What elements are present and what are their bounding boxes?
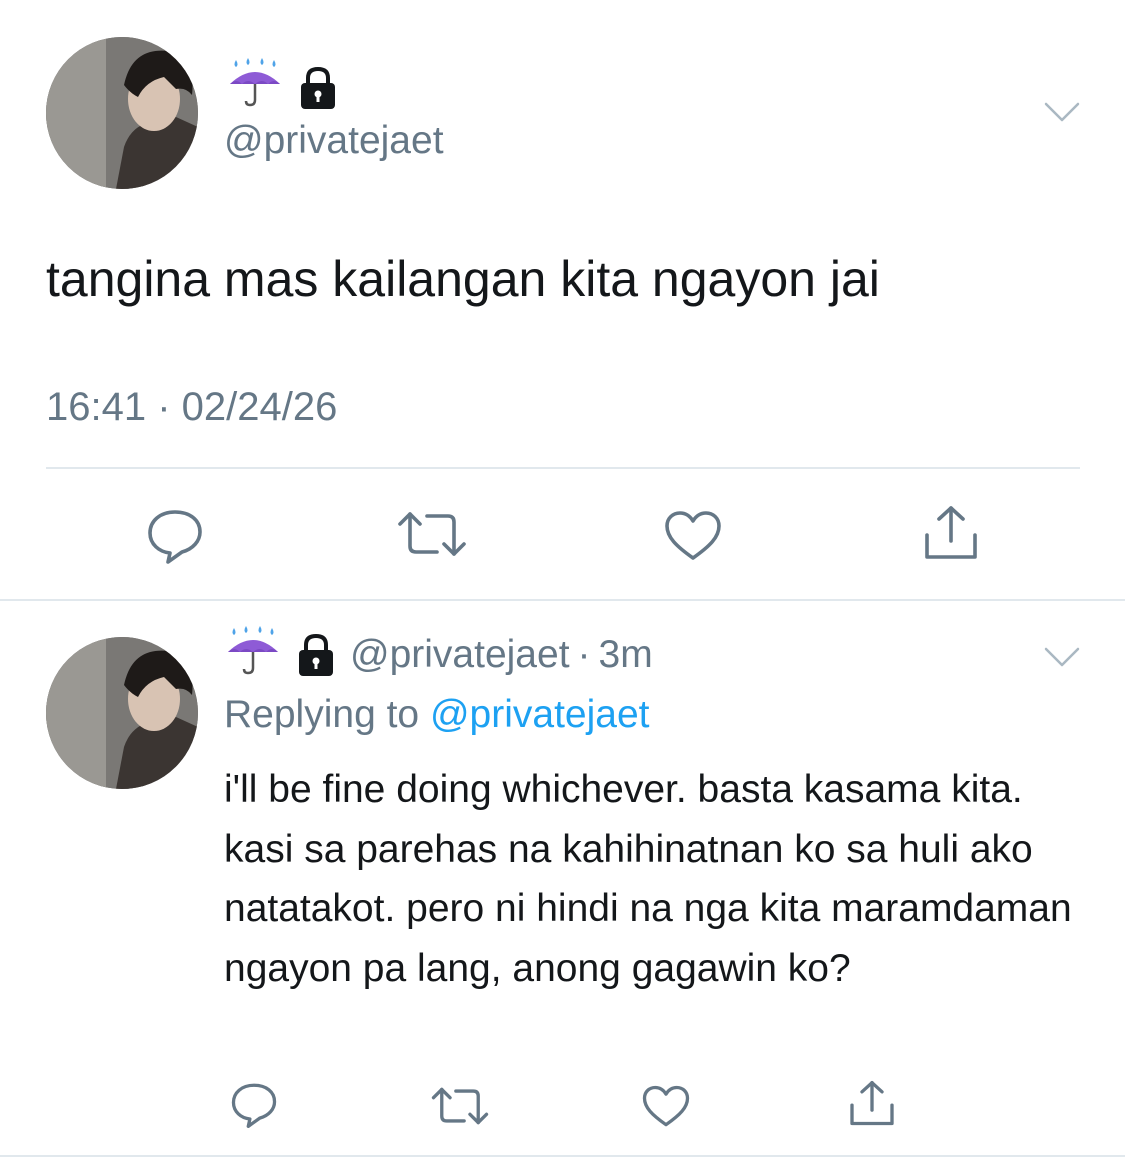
chevron-down-icon[interactable] <box>1044 647 1080 667</box>
replying-to: Replying to @privatejaet <box>224 690 650 740</box>
mention-link[interactable]: @privatejaet <box>430 693 650 736</box>
heart-icon <box>665 511 721 560</box>
chevron-down-icon[interactable] <box>1044 102 1080 122</box>
share-icon <box>925 506 977 559</box>
reply-icon <box>148 510 202 564</box>
umbrella-with-rain-icon <box>230 58 280 107</box>
lock-icon <box>301 66 335 109</box>
username-handle[interactable]: @privatejaet <box>350 630 570 680</box>
reply-icon <box>231 1083 277 1128</box>
retweet-button[interactable] <box>430 1084 490 1128</box>
tweet-text: i'll be fine doing whichever. basta kasa… <box>224 768 1072 990</box>
lock-icon <box>299 633 333 676</box>
retweet-button[interactable] <box>397 508 467 560</box>
divider <box>0 599 1125 601</box>
username-handle[interactable]: @privatejaet <box>224 116 444 166</box>
share-icon <box>850 1080 894 1125</box>
display-name[interactable] <box>226 56 338 110</box>
reply-button[interactable] <box>228 1080 280 1130</box>
tweet-time[interactable]: 3m <box>599 630 653 680</box>
divider <box>46 467 1080 469</box>
retweet-icon <box>431 1087 489 1125</box>
separator-dot: · <box>577 633 591 676</box>
tweet-timestamp[interactable]: 16:41 · 02/24/26 <box>46 382 337 432</box>
avatar[interactable] <box>46 37 198 189</box>
reply-header: @privatejaet · 3m <box>224 626 653 680</box>
retweet-icon <box>398 512 466 556</box>
heart-icon <box>642 1085 690 1126</box>
umbrella-with-rain-icon <box>228 626 278 675</box>
share-button[interactable] <box>920 504 982 562</box>
like-button[interactable] <box>662 508 724 564</box>
reply-button[interactable] <box>144 506 206 566</box>
divider <box>0 1155 1125 1157</box>
tweet-text: tangina mas kailangan kita ngayon jai <box>46 251 880 307</box>
replying-label: Replying to <box>224 693 420 736</box>
share-button[interactable] <box>846 1078 898 1128</box>
avatar[interactable] <box>46 637 198 789</box>
like-button[interactable] <box>640 1082 692 1130</box>
